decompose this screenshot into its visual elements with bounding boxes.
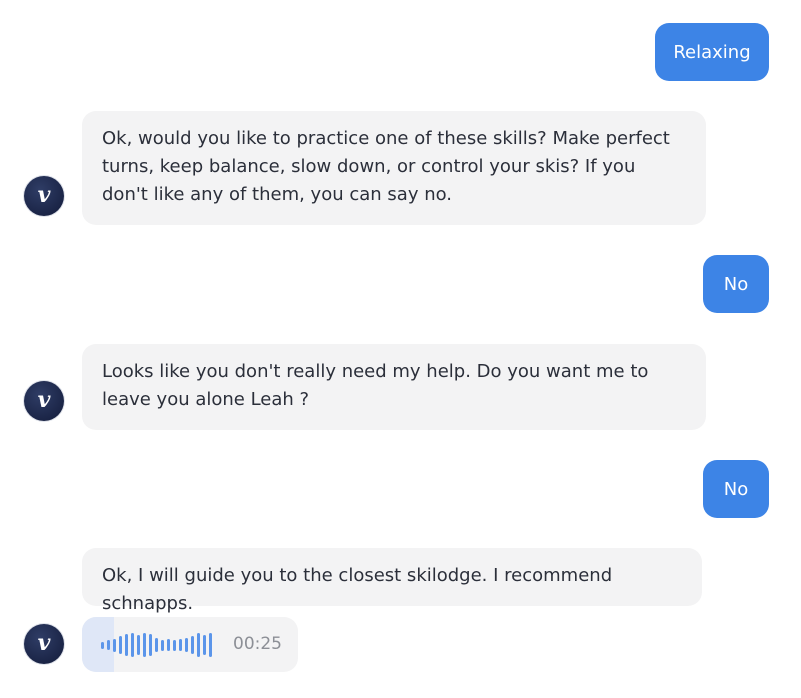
bot-logo-icon: v bbox=[37, 182, 51, 208]
waveform-bar bbox=[119, 636, 122, 654]
waveform-bar bbox=[167, 639, 170, 651]
bot-avatar: v bbox=[24, 624, 64, 664]
waveform-bar bbox=[209, 633, 212, 657]
bot-message-skills: Ok, would you like to practice one of th… bbox=[82, 111, 706, 225]
audio-message-player[interactable]: 00:25 bbox=[82, 617, 298, 672]
waveform-bar bbox=[191, 636, 194, 654]
bot-avatar: v bbox=[24, 381, 64, 421]
user-message-relaxing: Relaxing bbox=[655, 23, 769, 81]
waveform-bar bbox=[155, 638, 158, 652]
bot-avatar: v bbox=[24, 176, 64, 216]
waveform-bar bbox=[107, 640, 110, 650]
waveform-bar bbox=[203, 635, 206, 655]
waveform-bar bbox=[173, 639, 176, 651]
user-message-no-1: No bbox=[703, 255, 769, 313]
waveform-bar bbox=[113, 638, 116, 652]
bot-message-leave-alone: Looks like you don't really need my help… bbox=[82, 344, 706, 430]
waveform-bar bbox=[185, 638, 188, 652]
waveform-bar bbox=[143, 633, 146, 657]
waveform-bar bbox=[149, 634, 152, 656]
waveform-bar bbox=[137, 635, 140, 655]
waveform-bar bbox=[197, 633, 200, 657]
waveform-bar bbox=[125, 634, 128, 656]
bot-logo-icon: v bbox=[37, 630, 51, 656]
waveform-bar bbox=[131, 633, 134, 657]
audio-waveform[interactable] bbox=[101, 632, 212, 658]
user-message-no-2: No bbox=[703, 460, 769, 518]
bot-message-skilodge: Ok, I will guide you to the closest skil… bbox=[82, 548, 702, 614]
bot-logo-icon: v bbox=[37, 387, 51, 413]
audio-duration: 00:25 bbox=[233, 634, 282, 654]
waveform-bar bbox=[101, 641, 104, 649]
waveform-bar bbox=[179, 639, 182, 651]
waveform-bar bbox=[161, 639, 164, 651]
